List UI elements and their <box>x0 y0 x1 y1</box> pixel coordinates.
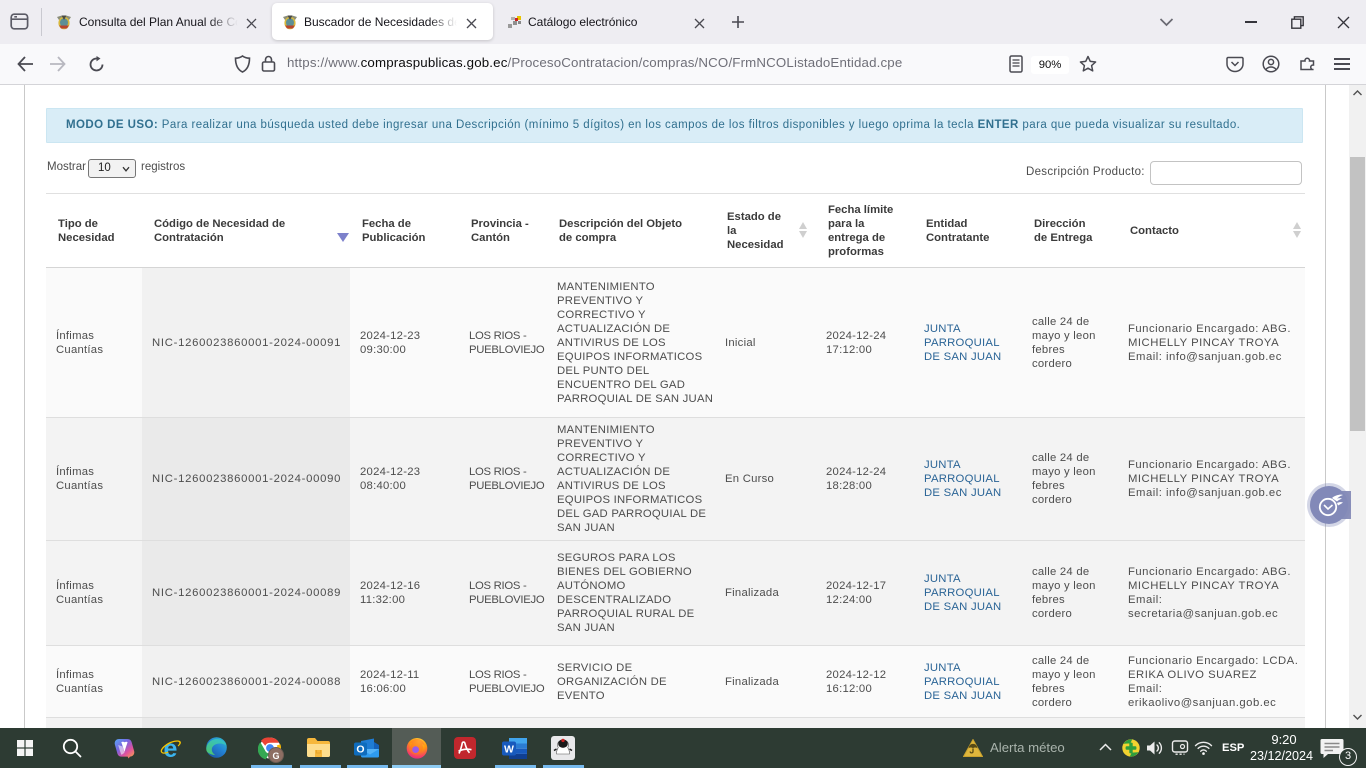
svg-text:e: e <box>164 736 178 761</box>
svg-text:W: W <box>504 744 514 756</box>
svg-text:O: O <box>356 744 364 756</box>
